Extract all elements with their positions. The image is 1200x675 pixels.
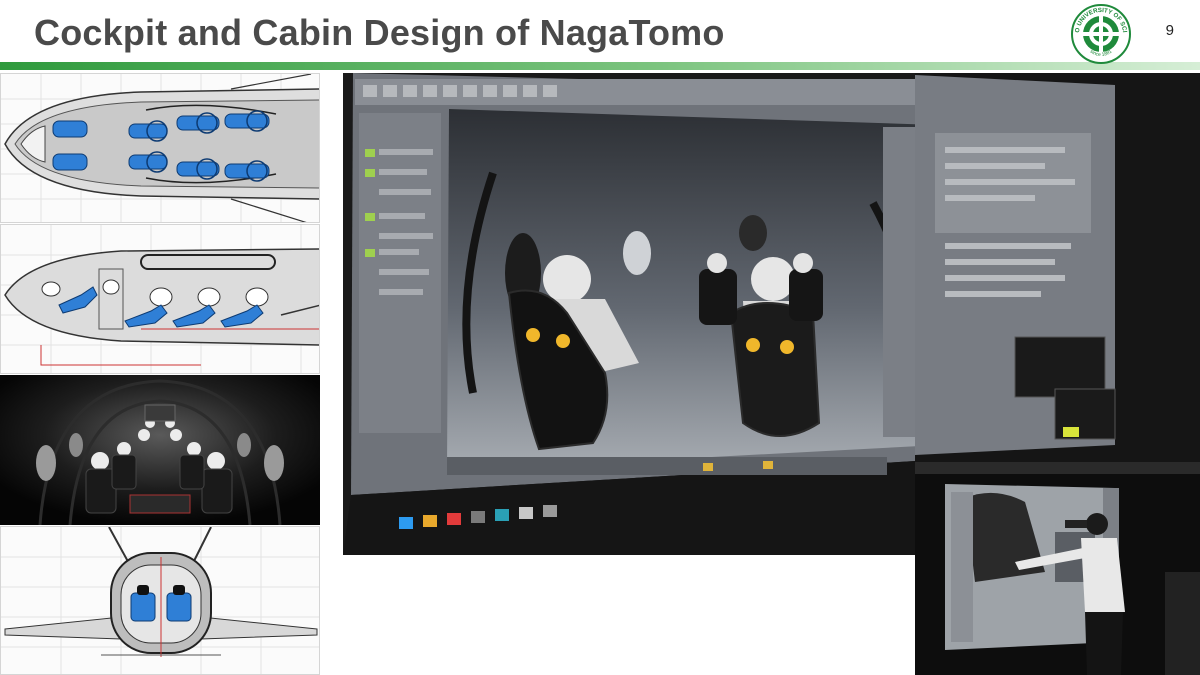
slide-title: Cockpit and Cabin Design of NagaTomo bbox=[34, 12, 725, 53]
vr-design-session-photo bbox=[343, 73, 915, 555]
university-seal-icon: TOKYO UNIVERSITY OF SCIENCE since 1881 bbox=[1070, 3, 1132, 65]
cabin-front-view-drawing bbox=[0, 526, 320, 675]
presenter-with-vr-headset-photo bbox=[915, 462, 1200, 675]
cabin-interior-render bbox=[0, 375, 320, 525]
vr-software-properties-panel bbox=[915, 73, 1200, 462]
cabin-side-view-drawing bbox=[0, 224, 320, 374]
title-underline-rule bbox=[0, 62, 1200, 70]
cabin-top-view-drawing bbox=[0, 73, 320, 223]
page-number: 9 bbox=[1165, 22, 1174, 39]
